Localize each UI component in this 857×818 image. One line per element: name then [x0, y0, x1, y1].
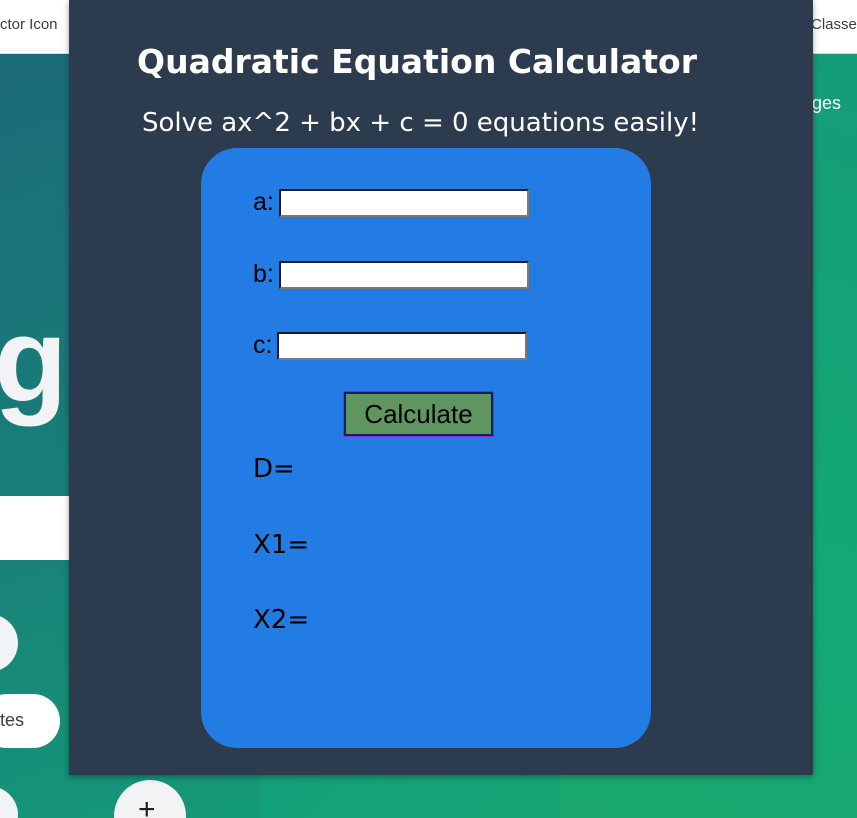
header-link-images[interactable]: ges — [812, 93, 841, 114]
shortcut-label: tes — [0, 710, 25, 730]
page-title: Quadratic Equation Calculator — [137, 42, 697, 81]
field-row-b: b: — [253, 260, 529, 289]
root-x2-result: X2= — [253, 605, 310, 635]
page-subtitle: Solve ax^2 + bx + c = 0 equations easily… — [141, 108, 700, 138]
root-x1-result: X1= — [253, 530, 310, 560]
coefficient-c-input[interactable] — [277, 331, 528, 360]
browser-new-tab-page: ctor Icon Classe gle ges tes + Quadratic… — [0, 0, 857, 818]
bookmark-item[interactable]: ctor Icon — [0, 16, 58, 33]
coefficient-b-input[interactable] — [278, 260, 529, 289]
plus-icon: + — [138, 793, 156, 818]
calculator-card: a: b: c: Calculate D= X1= X2= — [201, 148, 651, 748]
discriminant-result: D= — [253, 454, 295, 484]
coefficient-a-input[interactable] — [278, 188, 529, 217]
field-row-a: a: — [253, 188, 529, 217]
coefficient-a-label: a: — [253, 188, 274, 216]
coefficient-c-label: c: — [253, 331, 273, 359]
search-box[interactable] — [0, 496, 80, 560]
coefficient-b-label: b: — [253, 260, 274, 288]
bookmark-item[interactable]: Classe — [811, 16, 857, 33]
calculate-button[interactable]: Calculate — [343, 391, 494, 437]
field-row-c: c: — [253, 331, 528, 360]
extension-popup: Quadratic Equation Calculator Solve ax^2… — [69, 0, 813, 775]
